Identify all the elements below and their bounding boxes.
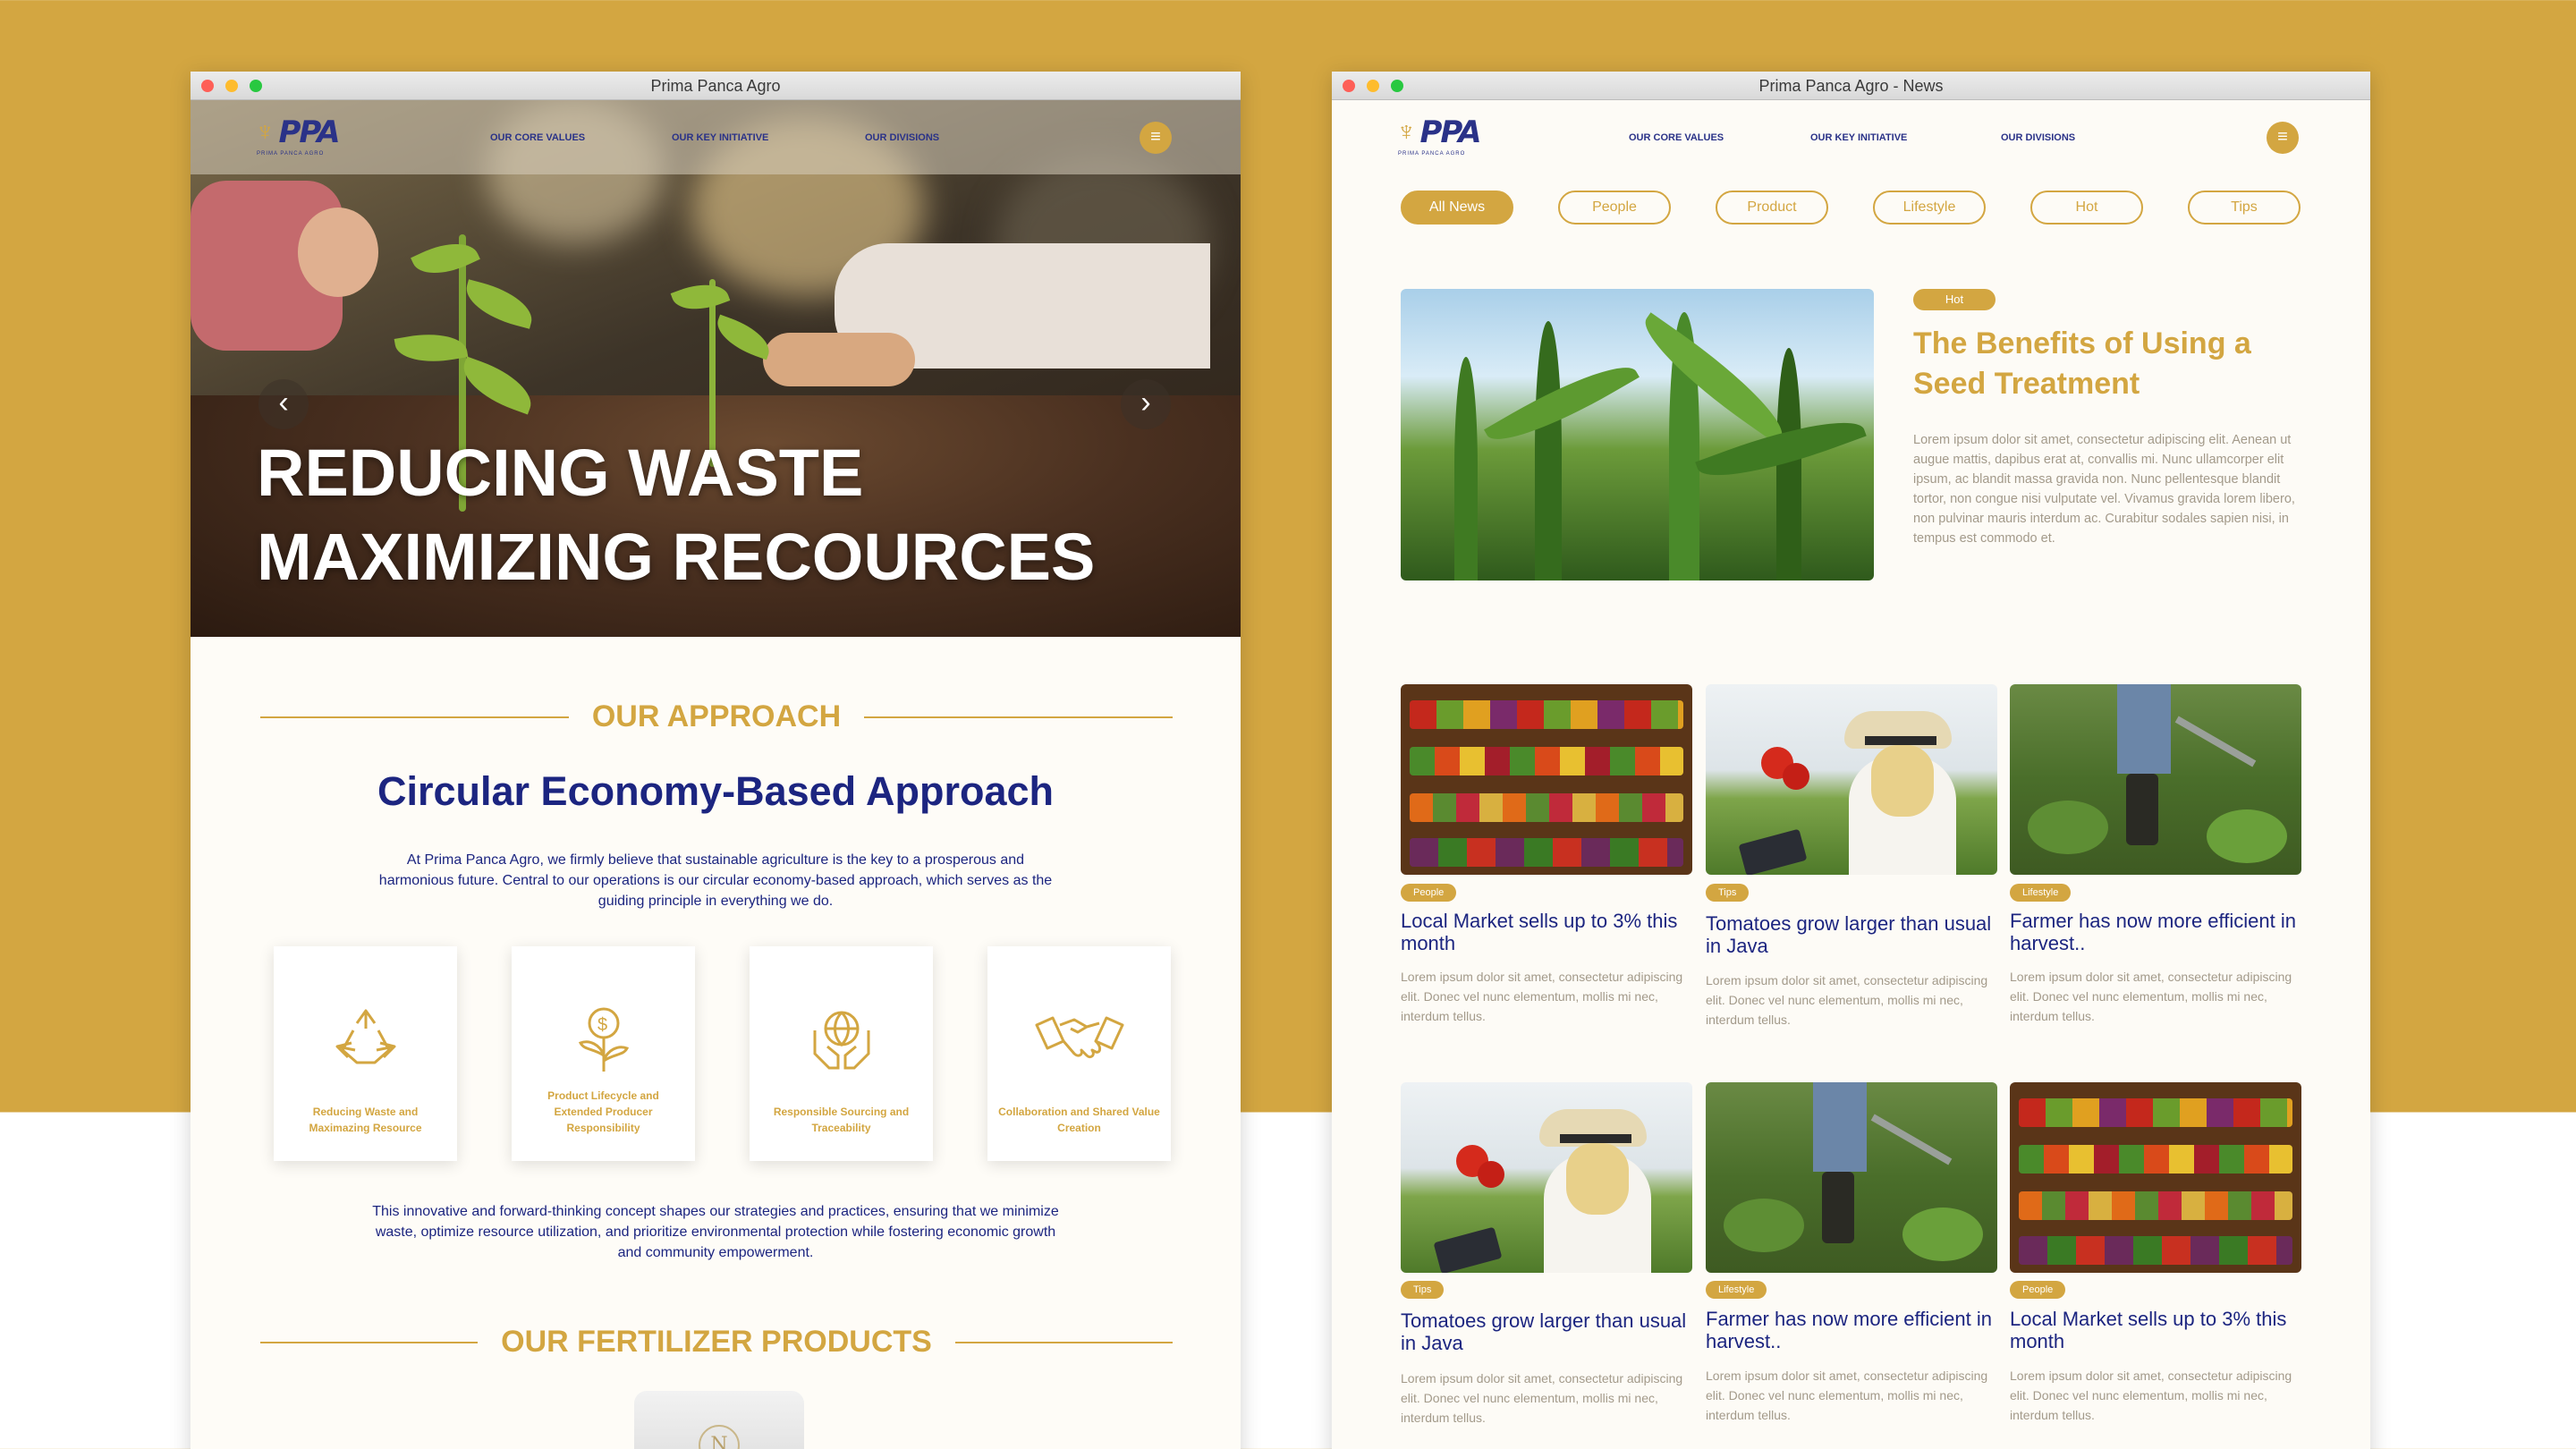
hamburger-menu-icon[interactable]: ≡ — [1140, 122, 1172, 154]
news-tag[interactable]: People — [1401, 884, 1457, 902]
recycle-icon — [274, 1004, 457, 1075]
featured-tag[interactable]: Hot — [1913, 289, 1996, 310]
carousel-next-icon[interactable]: › — [1121, 379, 1171, 429]
value-card-label: Collaboration and Shared Value Creation — [998, 1106, 1160, 1134]
news-title[interactable]: Farmer has now more efficient in harvest… — [2010, 910, 2301, 954]
divider — [260, 716, 569, 718]
handshake-icon — [987, 1004, 1171, 1075]
svg-text:$: $ — [597, 1015, 607, 1035]
news-title[interactable]: Local Market sells up to 3% this month — [1401, 910, 1692, 954]
hero-line-1: REDUCING WASTE — [257, 436, 864, 510]
news-thumb-farmer[interactable] — [2010, 684, 2301, 875]
logo-mark: PPA — [1419, 114, 1482, 150]
wheat-icon: ♆ — [255, 117, 275, 147]
hamburger-menu-icon[interactable]: ≡ — [2267, 122, 2299, 154]
pack-logo: N — [699, 1425, 740, 1449]
hero-line-2: MAXIMIZING RECOURCES — [257, 520, 1096, 594]
brand-logo[interactable]: ♆ PPA PRIMA PANCA AGRO — [255, 114, 341, 157]
news-tag[interactable]: People — [2010, 1281, 2066, 1299]
filter-hot[interactable]: Hot — [2030, 191, 2143, 225]
hero-headline: REDUCING WASTE MAXIMIZING RECOURCES — [257, 431, 1095, 599]
nav-divisions[interactable]: OUR DIVISIONS — [2001, 132, 2075, 143]
approach-outro: This innovative and forward-thinking con… — [372, 1204, 1059, 1260]
carousel-prev-icon[interactable]: ‹ — [258, 379, 309, 429]
value-card-collaboration[interactable]: Collaboration and Shared Value Creation — [987, 946, 1171, 1161]
value-card-label: Responsible Sourcing and Traceability — [773, 1106, 910, 1134]
news-tag[interactable]: Lifestyle — [1706, 1281, 1767, 1299]
news-thumb-market[interactable] — [2010, 1082, 2301, 1273]
nav-divisions[interactable]: OUR DIVISIONS — [865, 132, 939, 143]
fertilizer-pack-image[interactable]: N — [634, 1391, 804, 1449]
approach-section-label: OUR APPROACH — [591, 699, 842, 733]
wheat-icon: ♆ — [1396, 117, 1417, 147]
news-thumb-tomato[interactable] — [1706, 684, 1997, 875]
hero-banner: ♆ PPA PRIMA PANCA AGRO OUR CORE VALUES O… — [191, 100, 1241, 637]
news-window: Prima Panca Agro - News ♆ PPA PRIMA PANC… — [1332, 72, 2370, 1449]
featured-article-image[interactable] — [1401, 289, 1874, 580]
news-tag[interactable]: Lifestyle — [2010, 884, 2072, 902]
news-title[interactable]: Local Market sells up to 3% this month — [2010, 1308, 2301, 1352]
main-navbar: ♆ PPA PRIMA PANCA AGRO OUR CORE VALUES O… — [1332, 100, 2370, 174]
approach-intro: At Prima Panca Agro, we firmly believe t… — [378, 852, 1053, 909]
products-section-label: OUR FERTILIZER PRODUCTS — [501, 1325, 932, 1359]
value-card-responsible-sourcing[interactable]: Responsible Sourcing and Traceability — [750, 946, 933, 1161]
news-title[interactable]: Farmer has now more efficient in harvest… — [1706, 1308, 1997, 1352]
globe-hands-icon — [750, 1004, 933, 1075]
filter-all-news[interactable]: All News — [1401, 191, 1513, 225]
logo-mark: PPA — [278, 114, 341, 150]
news-title[interactable]: Tomatoes grow larger than usual in Java — [1706, 912, 1997, 957]
nav-core-values[interactable]: OUR CORE VALUES — [490, 132, 585, 143]
window-title: Prima Panca Agro - News — [1758, 77, 1944, 95]
window-titlebar: Prima Panca Agro - News — [1332, 72, 2370, 100]
news-thumb-tomato[interactable] — [1401, 1082, 1692, 1273]
filter-product[interactable]: Product — [1716, 191, 1828, 225]
brand-logo[interactable]: ♆ PPA PRIMA PANCA AGRO — [1396, 114, 1482, 157]
news-excerpt: Lorem ipsum dolor sit amet, consectetur … — [1706, 973, 1988, 1027]
featured-title[interactable]: The Benefits of Using a Seed Treatment — [1913, 324, 2316, 404]
news-tag[interactable]: Tips — [1401, 1281, 1445, 1299]
news-excerpt: Lorem ipsum dolor sit amet, consectetur … — [1706, 1368, 1988, 1422]
main-navbar: ♆ PPA PRIMA PANCA AGRO OUR CORE VALUES O… — [191, 100, 1241, 174]
news-excerpt: Lorem ipsum dolor sit amet, consectetur … — [1401, 970, 1683, 1023]
divider — [954, 1341, 1174, 1343]
nav-key-initiative[interactable]: OUR KEY INITIATIVE — [672, 132, 768, 143]
news-thumb-market[interactable] — [1401, 684, 1692, 875]
window-titlebar: Prima Panca Agro — [191, 72, 1241, 100]
window-title: Prima Panca Agro — [650, 77, 781, 95]
approach-section-heading: OUR APPROACH — [260, 699, 1173, 734]
filter-tips[interactable]: Tips — [2188, 191, 2301, 225]
featured-excerpt: Lorem ipsum dolor sit amet, consectetur … — [1913, 433, 2295, 546]
news-excerpt: Lorem ipsum dolor sit amet, consectetur … — [2010, 1368, 2292, 1422]
divider — [260, 1341, 479, 1343]
news-excerpt: Lorem ipsum dolor sit amet, consectetur … — [2010, 970, 2292, 1023]
value-card-reducing-waste[interactable]: Reducing Waste and Maximazing Resource — [274, 946, 457, 1161]
filter-lifestyle[interactable]: Lifestyle — [1873, 191, 1986, 225]
value-card-label: Reducing Waste and Maximazing Resource — [309, 1106, 422, 1134]
nav-core-values[interactable]: OUR CORE VALUES — [1629, 132, 1724, 143]
news-excerpt: Lorem ipsum dolor sit amet, consectetur … — [1401, 1371, 1683, 1425]
products-section-heading: OUR FERTILIZER PRODUCTS — [260, 1325, 1174, 1360]
news-thumb-farmer[interactable] — [1706, 1082, 1997, 1273]
filter-people[interactable]: People — [1558, 191, 1671, 225]
news-title[interactable]: Tomatoes grow larger than usual in Java — [1401, 1309, 1692, 1354]
logo-tagline: PRIMA PANCA AGRO — [1398, 151, 1466, 157]
approach-title: Circular Economy-Based Approach — [377, 768, 1054, 814]
logo-tagline: PRIMA PANCA AGRO — [257, 151, 325, 157]
homepage-window: Prima Panca Agro ♆ PPA PRIMA PANCA AGRO … — [191, 72, 1241, 1449]
nav-key-initiative[interactable]: OUR KEY INITIATIVE — [1810, 132, 1907, 143]
value-card-product-lifecycle[interactable]: $ Product Lifecycle and Extended Produce… — [512, 946, 695, 1161]
money-plant-icon: $ — [512, 1004, 695, 1075]
value-card-label: Product Lifecycle and Extended Producer … — [547, 1089, 659, 1134]
news-tag[interactable]: Tips — [1706, 884, 1750, 902]
divider — [864, 716, 1173, 718]
